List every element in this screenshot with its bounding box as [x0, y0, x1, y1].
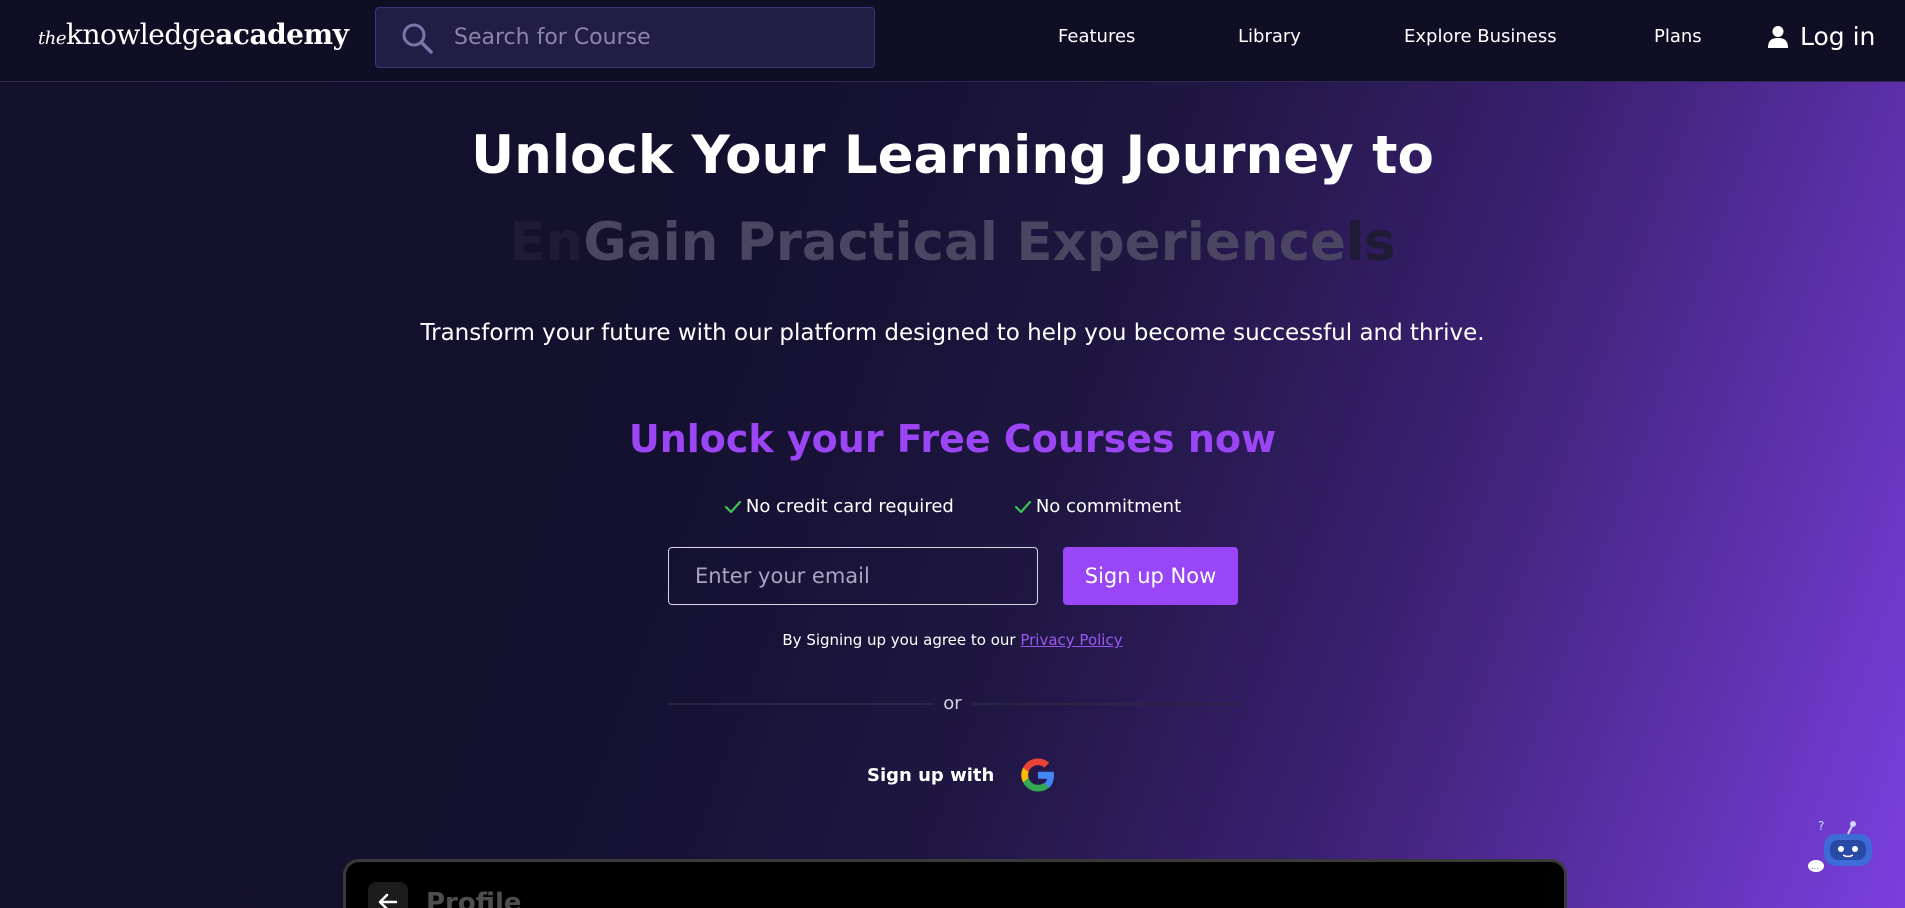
perks-list: No credit card required No commitment	[0, 496, 1905, 517]
signup-title: Unlock your Free Courses now	[628, 417, 1277, 461]
divider-or: or	[943, 693, 962, 714]
profile-title: Profile	[426, 888, 522, 908]
user-icon	[1768, 25, 1788, 48]
perk-label: No credit card required	[745, 496, 954, 517]
chatbot-launcher[interactable]: ? ...	[1808, 816, 1882, 876]
check-icon	[1014, 500, 1031, 513]
privacy-notice: By Signing up you agree to our Privacy P…	[0, 631, 1905, 649]
arrow-left-icon	[378, 893, 398, 908]
login-button[interactable]: Log in	[1768, 22, 1875, 51]
search-icon[interactable]	[400, 21, 434, 55]
svg-text:...: ...	[1811, 862, 1819, 871]
login-label: Log in	[1800, 22, 1876, 51]
rotating-headline: EnGain Practical Experiencels	[0, 212, 1905, 273]
rotating-text: Gain Practical Experience	[583, 212, 1346, 273]
check-icon	[724, 500, 741, 513]
rotating-ghost-left: En	[509, 212, 584, 273]
perk-item: No commitment	[1014, 496, 1181, 517]
profile-preview-card: Profile	[343, 859, 1567, 908]
nav-explore-business[interactable]: Explore Business	[1404, 26, 1557, 47]
perk-label: No commitment	[1035, 496, 1182, 517]
search-bar[interactable]	[375, 7, 875, 68]
privacy-notice-text: By Signing up you agree to our	[782, 631, 1021, 649]
google-signup-label: Sign up with	[867, 764, 995, 786]
nav-plans[interactable]: Plans	[1654, 26, 1702, 47]
nav-features[interactable]: Features	[1058, 26, 1135, 47]
privacy-policy-link[interactable]: Privacy Policy	[1020, 631, 1122, 649]
hero-title: Unlock Your Learning Journey to	[471, 125, 1434, 186]
back-button[interactable]	[368, 882, 408, 908]
hero-subtitle: Transform your future with our platform …	[420, 320, 1485, 346]
site-logo[interactable]: theknowledgeacademy	[38, 18, 349, 51]
email-field[interactable]	[668, 547, 1038, 605]
google-signup: Sign up with	[867, 755, 1058, 795]
sign-up-now-button[interactable]: Sign up Now	[1063, 547, 1238, 605]
svg-text:?: ?	[1818, 819, 1824, 833]
perk-item: No credit card required	[724, 496, 954, 517]
nav-library[interactable]: Library	[1238, 26, 1301, 47]
top-header: theknowledgeacademy Features Library Exp…	[0, 0, 1905, 82]
robot-icon: ? ...	[1808, 819, 1872, 872]
search-input[interactable]	[454, 25, 854, 50]
rotating-ghost-right: ls	[1345, 212, 1396, 273]
google-icon[interactable]	[1018, 755, 1058, 795]
